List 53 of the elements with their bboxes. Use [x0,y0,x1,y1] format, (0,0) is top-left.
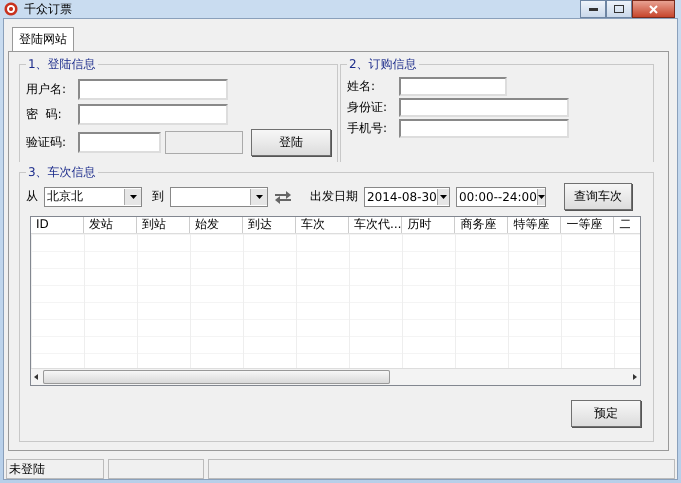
status-text: 未登陆 [6,459,104,479]
minimize-button[interactable] [580,0,606,18]
minimize-icon [588,8,598,10]
to-label: 到 [152,188,164,205]
query-button[interactable]: 查询车次 [564,183,632,210]
tab[interactable]: 登陆网站 [12,27,74,51]
column-header[interactable]: 商务座 [455,217,508,233]
dropdown-arrow-icon [130,194,136,198]
time-dropdown[interactable]: 00:00--24:00 [456,186,546,206]
dropdown-arrow-icon [538,194,545,198]
horizontal-scrollbar[interactable] [31,368,640,385]
window-title: 千众订票 [24,0,73,18]
input-field[interactable] [399,119,569,138]
column-header[interactable]: 历时 [402,217,456,233]
field-label: 验证码: [26,134,68,151]
column-header[interactable]: 一等座 [561,217,614,233]
column-header[interactable]: ID [31,217,84,233]
column-header[interactable]: 到站 [137,217,190,233]
maximize-button[interactable] [606,0,632,18]
dropdown-arrow-icon [440,194,447,198]
input-field[interactable] [399,77,507,96]
close-icon [649,4,658,14]
login-button[interactable]: 登陆 [251,129,331,156]
date-label: 出发日期 [310,188,358,205]
date-dropdown[interactable]: 2014-08-30 [364,186,450,206]
group-title: 3、车次信息 [27,164,97,181]
reserve-button[interactable]: 预定 [571,400,641,427]
app-logo-icon [4,2,18,16]
column-header[interactable]: 车次代... [349,217,402,233]
input-field[interactable] [78,79,228,100]
column-header[interactable]: 发站 [84,217,137,233]
close-button[interactable] [632,0,675,18]
dropdown-arrow-icon [256,194,262,198]
to-station-dropdown[interactable] [170,186,268,206]
group-title: 1、登陆信息 [27,56,97,73]
input-field[interactable] [78,104,228,125]
field-label: 用户名: [26,81,68,98]
column-header[interactable]: 特等座 [508,217,562,233]
column-header[interactable]: 始发 [190,217,243,233]
field-label: 手机号: [347,120,388,137]
maximize-icon [614,5,624,13]
from-station-dropdown[interactable]: 北京北 [44,186,142,206]
swap-icon[interactable] [274,190,292,204]
column-header[interactable]: 到达 [243,217,296,233]
input-field[interactable] [399,98,569,117]
column-header[interactable]: 二 [614,217,630,233]
field-label: 身份证: [347,99,388,116]
column-header[interactable]: 车次 [296,217,349,233]
from-label: 从 [26,188,38,205]
group-title: 2、订购信息 [348,56,418,73]
field-label: 密 码: [26,106,63,123]
captcha-input-field[interactable] [78,132,161,153]
field-label: 姓名: [347,78,376,95]
